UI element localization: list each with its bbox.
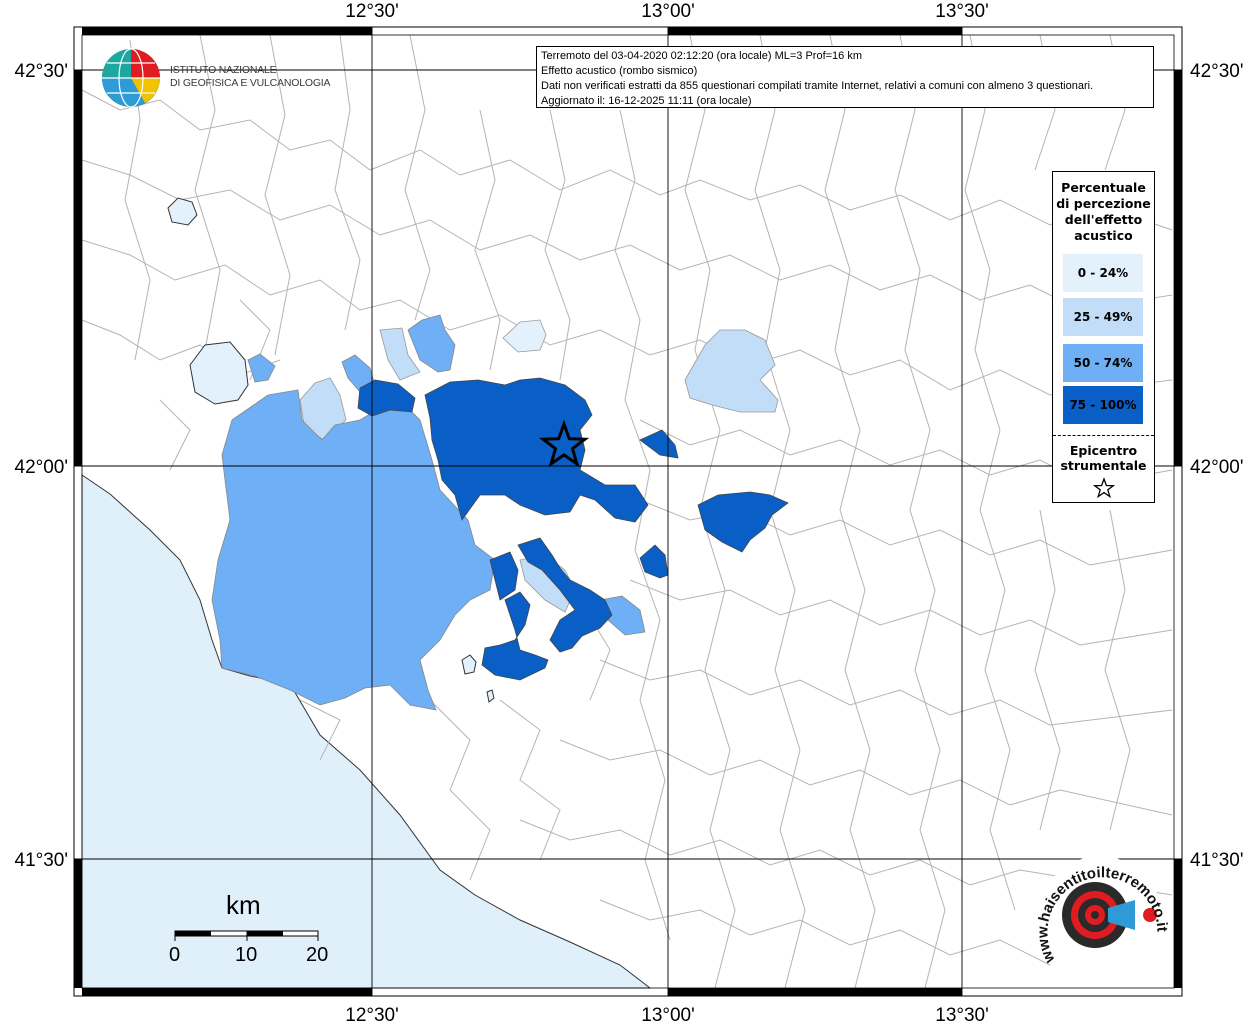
legend-title: Percentuale di percezione dell'effetto a…	[1053, 172, 1154, 244]
scale-unit: km	[226, 890, 261, 920]
legend-item-75-100: 75 - 100%	[1063, 386, 1143, 424]
right-tick-label: 41°30'	[1190, 850, 1244, 871]
ingv-logo-icon	[102, 48, 160, 108]
event-updated: Aggiornato il: 16-12-2025 11:11 (ora loc…	[541, 95, 752, 107]
right-tick-label: 42°00'	[1190, 457, 1244, 478]
legend-epicenter-label: Epicentro strumentale	[1053, 443, 1154, 473]
haisentito-badge-icon	[1038, 856, 1162, 980]
top-tick-label: 13°30'	[935, 1, 989, 22]
left-tick-label: 42°30'	[15, 61, 69, 82]
legend-title-line: dell'effetto	[1064, 212, 1143, 227]
scale-tick-10: 10	[235, 944, 258, 966]
event-title: Terremoto del 03-04-2020 02:12:20 (ora l…	[541, 50, 863, 62]
ingv-line-1: ISTITUTO NAZIONALE	[170, 64, 277, 76]
ingv-line-2: DI GEOFISICA E VULCANOLOGIA	[170, 77, 331, 89]
event-data-note: Dati non verificati estratti da 855 ques…	[541, 80, 1094, 92]
left-tick-label: 42°00'	[15, 457, 69, 478]
legend-epicenter-line: strumentale	[1060, 458, 1147, 473]
bottom-tick-label: 13°30'	[935, 1005, 989, 1024]
legend-title-line: di percezione	[1056, 196, 1151, 211]
event-effect: Effetto acustico (rombo sismico)	[541, 65, 698, 77]
legend-item-0-24: 0 - 24%	[1063, 254, 1143, 292]
legend: Percentuale di percezione dell'effetto a…	[1052, 171, 1155, 503]
ingv-logo-text: ISTITUTO NAZIONALE DI GEOFISICA E VULCAN…	[170, 64, 331, 90]
legend-item-50-74: 50 - 74%	[1063, 344, 1143, 382]
bottom-tick-label: 13°00'	[641, 1005, 695, 1024]
right-tick-label: 42°30'	[1190, 61, 1244, 82]
event-info-box: Terremoto del 03-04-2020 02:12:20 (ora l…	[536, 46, 1154, 108]
scale-tick-20: 20	[306, 944, 329, 966]
bottom-tick-label: 12°30'	[345, 1005, 399, 1024]
scale-tick-0: 0	[169, 944, 181, 966]
legend-separator	[1053, 435, 1154, 436]
legend-title-line: Percentuale	[1061, 180, 1146, 195]
legend-item-25-49: 25 - 49%	[1063, 298, 1143, 336]
map-canvas: 12°30' 13°00' 13°30' 12°30' 13°00' 13°30…	[15, 1, 1244, 1024]
legend-title-line: acustico	[1074, 228, 1133, 243]
legend-star-icon	[1093, 477, 1115, 499]
left-tick-label: 41°30'	[15, 850, 69, 871]
top-tick-label: 12°30'	[345, 1, 399, 22]
top-tick-label: 13°00'	[641, 1, 695, 22]
legend-epicenter-line: Epicentro	[1069, 443, 1138, 458]
